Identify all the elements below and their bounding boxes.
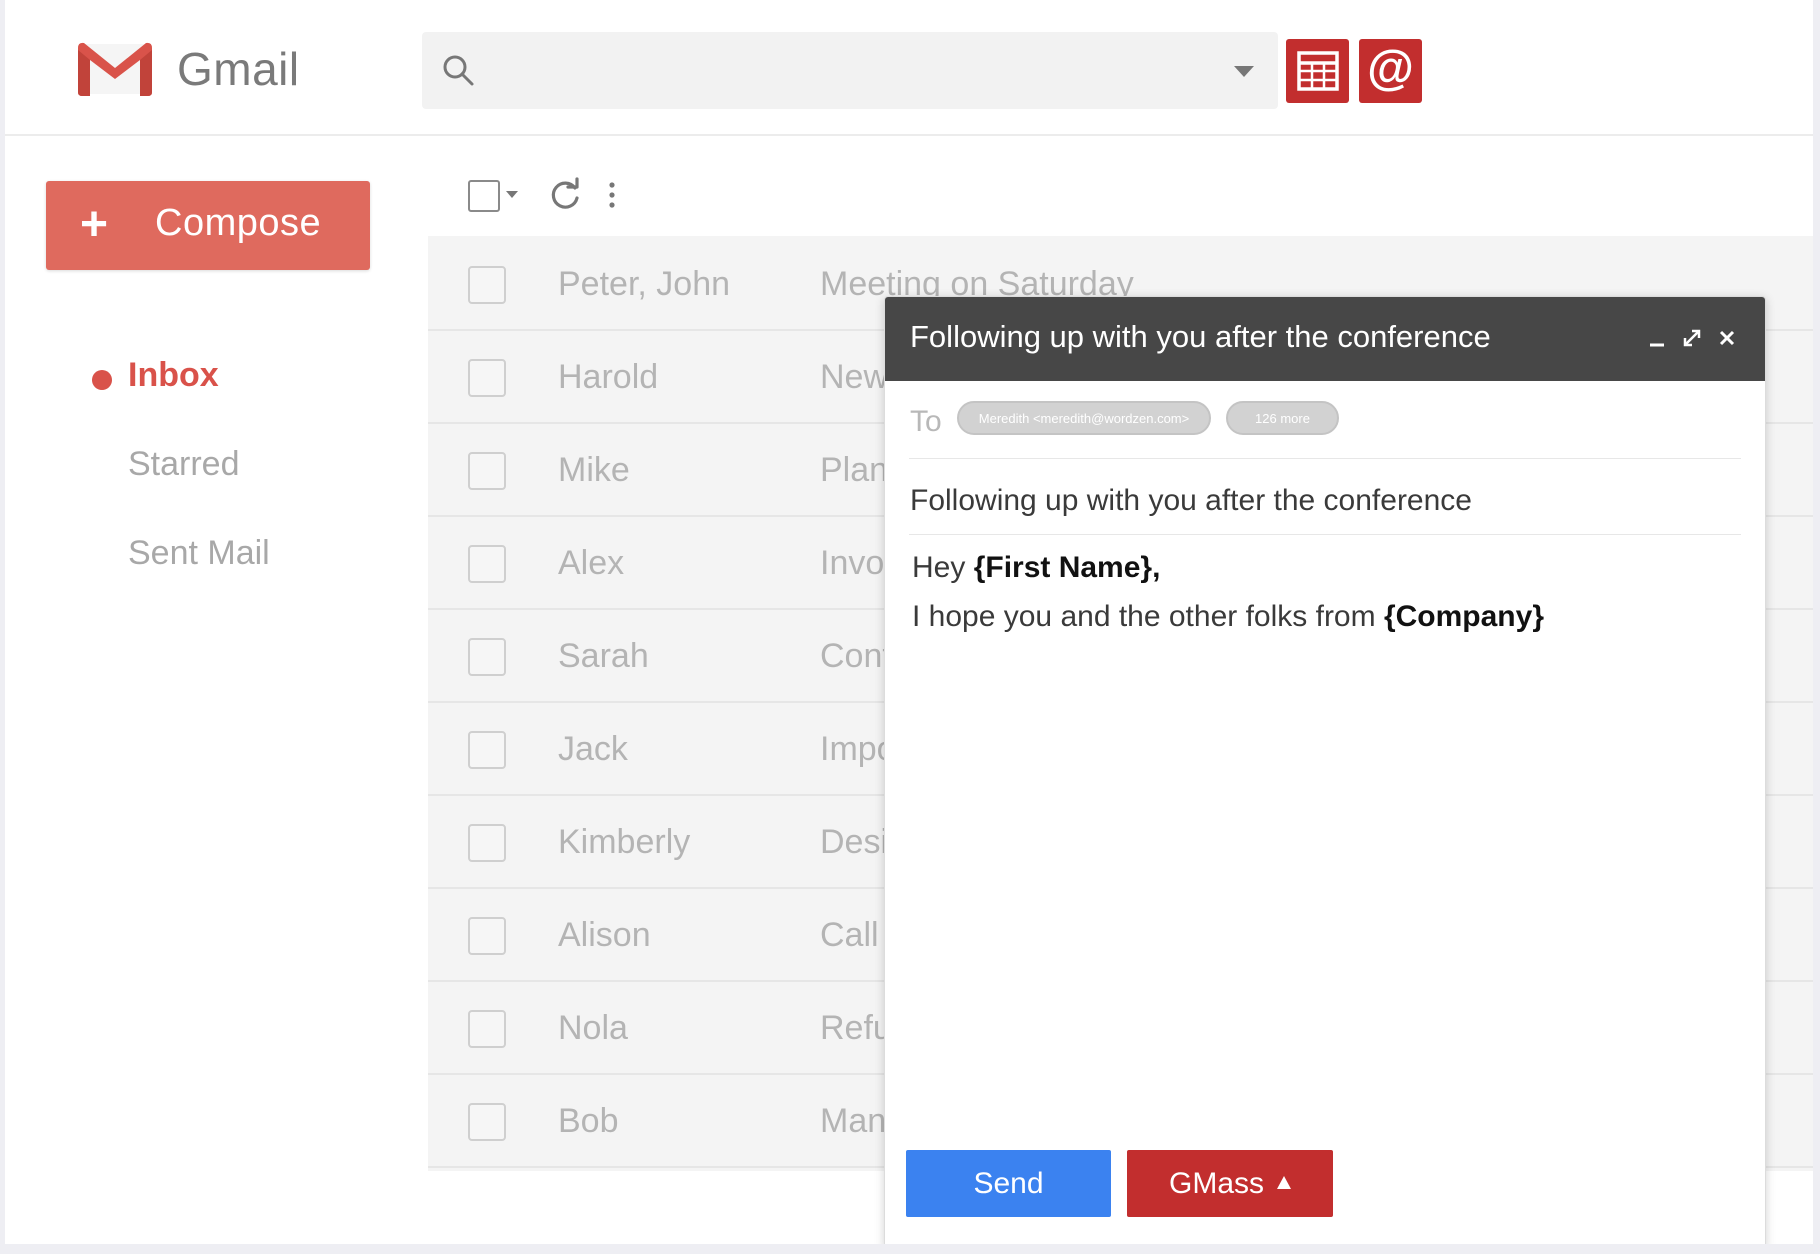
plus-icon: + — [80, 198, 109, 251]
search-icon[interactable] — [440, 52, 476, 88]
select-all-checkbox[interactable] — [468, 180, 500, 212]
row-sender: Kimberly — [558, 823, 691, 861]
row-checkbox[interactable] — [468, 917, 506, 955]
row-subject: Refu — [820, 1009, 892, 1047]
gmail-window: Gmail @ + Compose Inbox Starred Sent Mai… — [5, 0, 1813, 1244]
spreadsheet-icon — [1296, 51, 1339, 91]
row-sender: Sarah — [558, 637, 649, 675]
row-sender: Alison — [558, 916, 651, 954]
select-options-caret-icon[interactable] — [506, 191, 518, 198]
subject-divider — [909, 534, 1741, 535]
recipient-chip[interactable]: Meredith <meredith@wordzen.com> — [957, 401, 1211, 435]
sidebar-item-inbox[interactable]: Inbox — [128, 356, 219, 395]
gmail-wordmark: Gmail — [177, 43, 300, 95]
recipients-divider — [909, 458, 1741, 459]
compose-label: Compose — [155, 202, 322, 244]
row-sender: Peter, John — [558, 265, 731, 303]
search-box[interactable] — [422, 32, 1278, 109]
to-label: To — [910, 405, 942, 438]
sidebar-item-sent-mail[interactable]: Sent Mail — [128, 534, 270, 573]
body-text: Hey — [912, 551, 974, 584]
row-sender: Nola — [558, 1009, 628, 1047]
more-recipients-chip[interactable]: 126 more — [1226, 401, 1339, 435]
row-subject: Invo — [820, 544, 885, 582]
merge-token-company: {Company} — [1383, 600, 1544, 633]
row-checkbox[interactable] — [468, 1103, 506, 1141]
row-subject: Cont — [820, 637, 892, 675]
row-sender: Jack — [558, 730, 628, 768]
message-body-line[interactable]: Hey {First Name}, — [912, 551, 1160, 585]
row-checkbox[interactable] — [468, 1010, 506, 1048]
compose-button[interactable]: + Compose — [46, 181, 370, 270]
gmail-logo-icon — [78, 42, 152, 96]
row-checkbox[interactable] — [468, 266, 506, 304]
sidebar-item-starred[interactable]: Starred — [128, 445, 240, 484]
row-checkbox[interactable] — [468, 359, 506, 397]
at-sign-icon: @ — [1367, 42, 1414, 95]
send-button[interactable]: Send — [906, 1150, 1111, 1217]
row-subject: Desi — [820, 823, 889, 861]
row-subject: Man — [820, 1102, 887, 1140]
expand-icon[interactable] — [1677, 323, 1707, 353]
message-body-line[interactable]: I hope you and the other folks from {Com… — [912, 600, 1544, 634]
close-icon[interactable] — [1712, 323, 1742, 353]
merge-token-first-name: {First Name}, — [973, 551, 1161, 584]
row-sender: Alex — [558, 544, 625, 582]
row-checkbox[interactable] — [468, 824, 506, 862]
row-checkbox[interactable] — [468, 452, 506, 490]
row-sender: Mike — [558, 451, 630, 489]
search-options-caret-icon[interactable] — [1234, 66, 1254, 77]
body-text: I hope you and the other folks from — [912, 600, 1384, 633]
row-subject: Call — [820, 916, 879, 954]
gmass-email-button[interactable]: @ — [1359, 39, 1422, 103]
row-subject: New — [820, 358, 889, 396]
top-bar: Gmail @ — [5, 0, 1813, 136]
row-subject: Plan — [820, 451, 889, 489]
compose-window: Following up with you after the conferen… — [884, 296, 1766, 1244]
compose-window-header[interactable]: Following up with you after the conferen… — [885, 297, 1765, 381]
more-vert-icon[interactable] — [602, 176, 622, 214]
row-checkbox[interactable] — [468, 545, 506, 583]
row-sender: Harold — [558, 358, 659, 396]
caret-up-icon — [1277, 1176, 1291, 1189]
gmass-button[interactable]: GMass — [1127, 1150, 1333, 1217]
row-checkbox[interactable] — [468, 731, 506, 769]
refresh-icon[interactable] — [546, 176, 584, 214]
row-sender: Bob — [558, 1102, 619, 1140]
compose-window-title: Following up with you after the conferen… — [910, 319, 1491, 354]
inbox-active-dot-icon — [92, 370, 112, 390]
row-checkbox[interactable] — [468, 638, 506, 676]
minimize-icon[interactable] — [1642, 323, 1672, 353]
subject-field[interactable]: Following up with you after the conferen… — [910, 484, 1472, 518]
gmass-label: GMass — [1169, 1167, 1265, 1200]
gmass-spreadsheet-button[interactable] — [1286, 39, 1349, 103]
search-input[interactable] — [492, 46, 1196, 96]
